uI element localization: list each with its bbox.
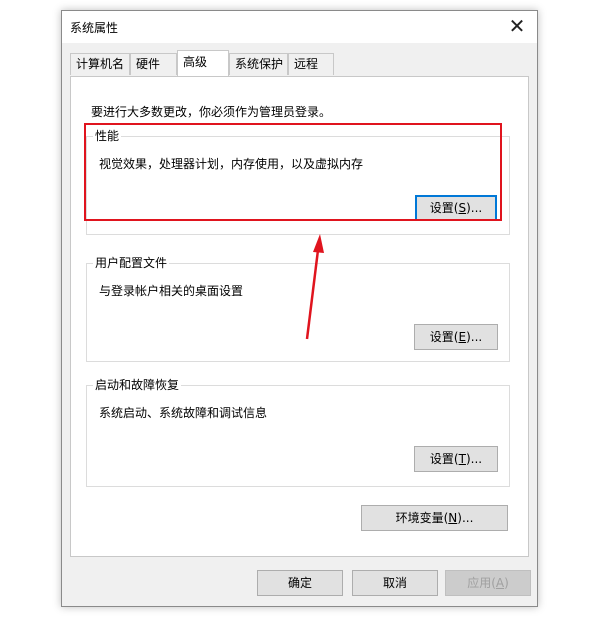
annotation-arrow xyxy=(305,234,324,340)
arrow-shaft xyxy=(305,249,320,340)
arrow-head xyxy=(313,234,324,253)
